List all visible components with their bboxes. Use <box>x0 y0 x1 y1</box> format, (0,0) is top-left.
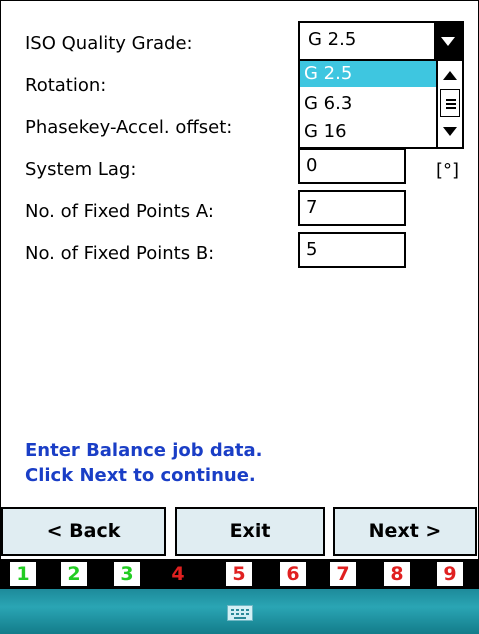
arrow-up-icon <box>443 71 457 80</box>
keyboard-icon[interactable] <box>227 605 253 621</box>
dropdown-toggle-button[interactable] <box>434 23 462 59</box>
phasekey-offset-label: Phasekey-Accel. offset: <box>25 117 233 138</box>
iso-options-list[interactable]: G 2.5 G 6.3 G 16 <box>298 59 464 149</box>
step-4: 4 <box>165 562 191 586</box>
arrow-down-icon <box>443 127 457 136</box>
step-6: 6 <box>280 562 306 586</box>
exit-button[interactable]: Exit <box>175 507 325 556</box>
scroll-down-button[interactable] <box>438 117 462 147</box>
step-3: 3 <box>114 562 140 586</box>
scroll-up-button[interactable] <box>438 61 462 89</box>
system-lag-input[interactable]: 0 <box>298 148 406 184</box>
scroll-thumb[interactable] <box>440 89 460 117</box>
step-indicator: 1 2 3 4 5 67 8 9 <box>0 559 479 589</box>
iso-option-g2-5[interactable]: G 2.5 <box>300 61 436 87</box>
iso-option-g16[interactable]: G 16 <box>300 119 436 145</box>
next-button[interactable]: Next > <box>333 507 477 556</box>
fixed-points-b-label: No. of Fixed Points B: <box>25 243 215 264</box>
iso-quality-grade-label: ISO Quality Grade: <box>25 33 193 54</box>
options-scrollbar[interactable] <box>436 61 462 147</box>
iso-selected-value: G 2.5 <box>308 29 357 50</box>
fixed-points-a-label: No. of Fixed Points A: <box>25 201 214 222</box>
instruction-line-1: Enter Balance job data. <box>25 440 263 461</box>
step-1: 1 <box>10 562 36 586</box>
step-9: 9 <box>437 562 463 586</box>
back-button[interactable]: < Back <box>1 507 166 556</box>
step-7: 7 <box>330 562 356 586</box>
system-lag-unit: [°] <box>436 160 460 181</box>
step-5: 5 <box>226 562 252 586</box>
step-8: 8 <box>384 562 410 586</box>
fixed-points-a-input[interactable]: 7 <box>298 190 406 226</box>
system-lag-label: System Lag: <box>25 159 137 180</box>
step-2: 2 <box>61 562 87 586</box>
taskbar <box>0 589 479 634</box>
iso-quality-grade-select[interactable]: G 2.5 <box>298 21 464 61</box>
rotation-label: Rotation: <box>25 75 107 96</box>
iso-option-g6-3[interactable]: G 6.3 <box>300 91 436 117</box>
instruction-line-2: Click Next to continue. <box>25 465 256 486</box>
chevron-down-icon <box>441 37 455 46</box>
fixed-points-b-input[interactable]: 5 <box>298 232 406 268</box>
